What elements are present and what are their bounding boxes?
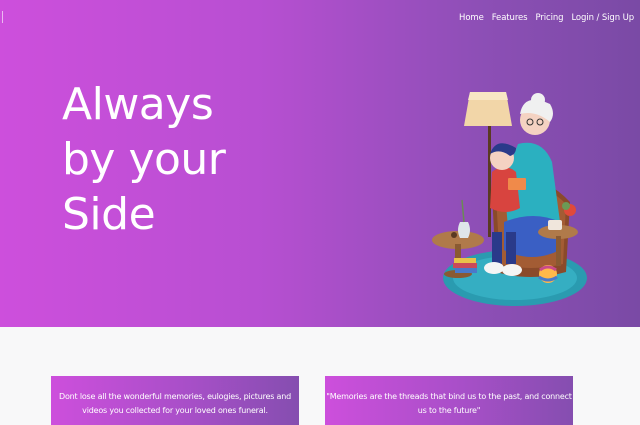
hero-banner: Home Features Pricing Login / Sign Up Al… — [0, 0, 640, 327]
headline-line-3: Side — [62, 189, 156, 240]
main-nav: Home Features Pricing Login / Sign Up — [459, 13, 634, 23]
nav-features-link[interactable]: Features — [492, 13, 528, 23]
headline-line-1: Always — [62, 79, 214, 130]
hero-headline: Always by your Side — [62, 77, 262, 242]
nav-login-signup-link[interactable]: Login / Sign Up — [571, 13, 634, 23]
quote-card: "Memories are the threads that bind us t… — [325, 376, 573, 425]
brand-mark — [2, 11, 3, 23]
nav-pricing-link[interactable]: Pricing — [535, 13, 563, 23]
memories-info-card: Dont lose all the wonderful memories, eu… — [51, 376, 299, 425]
headline-line-2: by your — [62, 134, 226, 185]
memories-info-text: Dont lose all the wonderful memories, eu… — [59, 392, 291, 415]
quote-text: "Memories are the threads that bind us t… — [326, 392, 572, 415]
grandmother-reading-to-child-illustration — [432, 92, 587, 306]
nav-home-link[interactable]: Home — [459, 13, 484, 23]
